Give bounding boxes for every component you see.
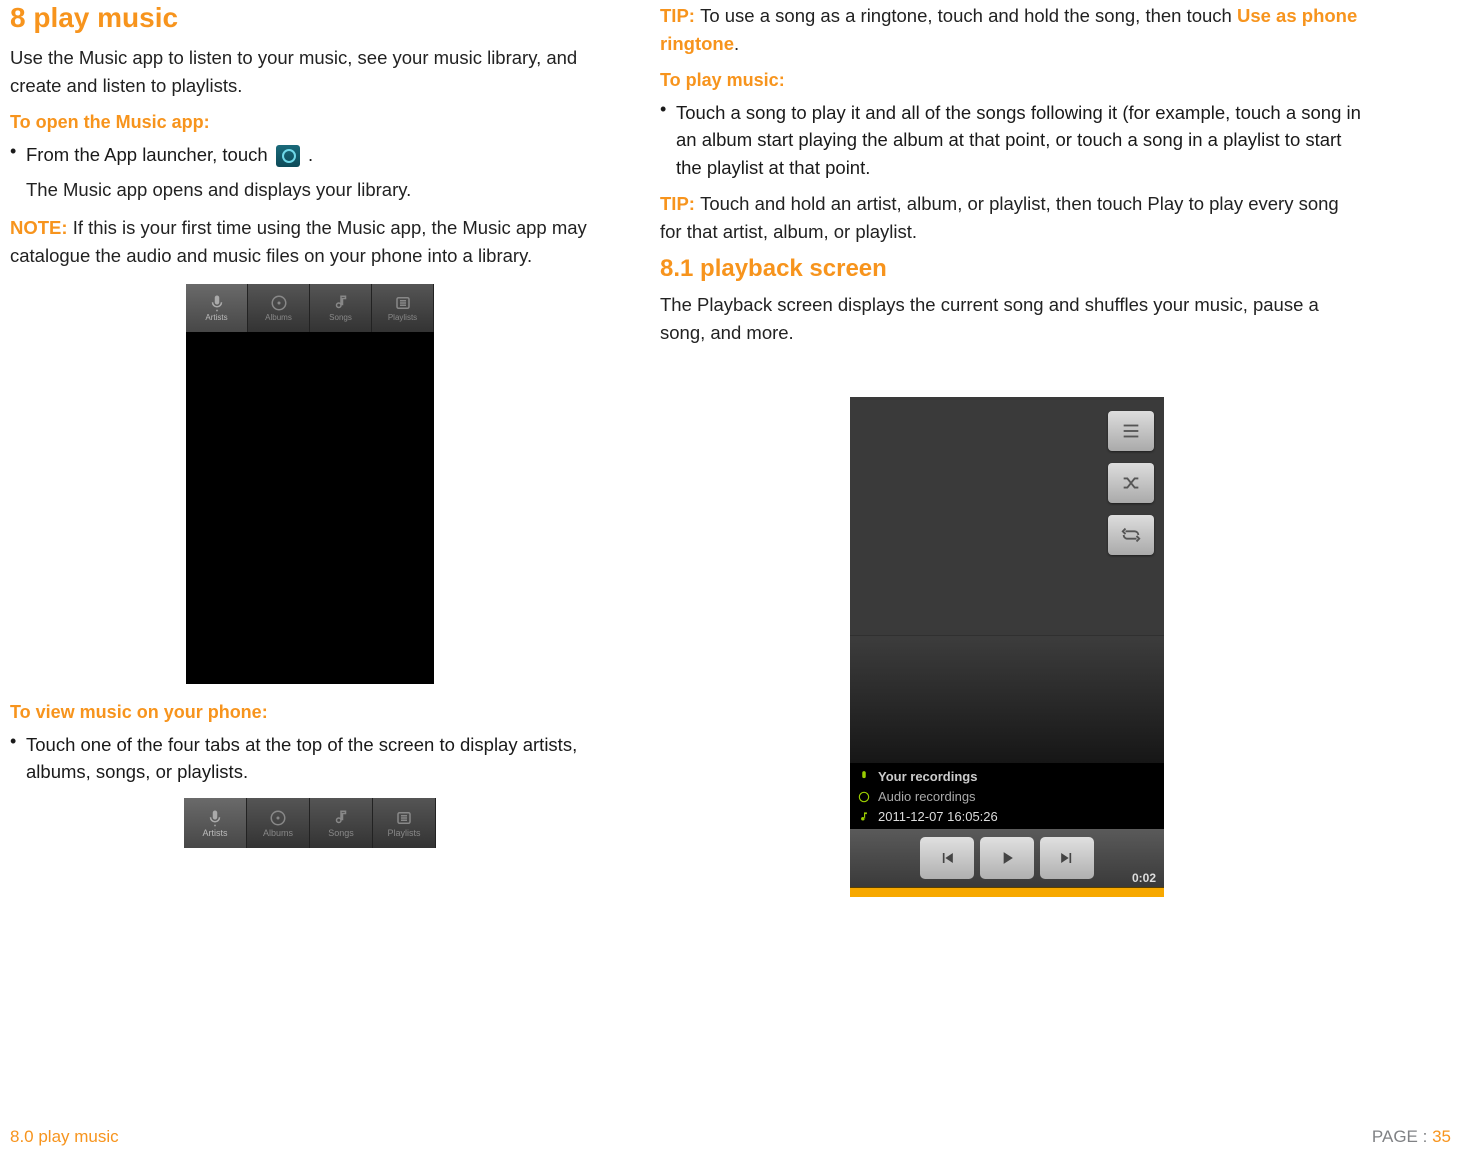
tab-label: Songs	[328, 828, 354, 838]
intro-text: Use the Music app to listen to your musi…	[10, 44, 610, 100]
tip1-post: .	[734, 33, 739, 54]
disc-icon	[269, 809, 287, 827]
tab-label: Albums	[263, 828, 293, 838]
track-text: 2011-12-07 16:05:26	[878, 809, 998, 824]
mic-icon	[206, 809, 224, 827]
list-icon	[394, 294, 412, 312]
tab-albums: Albums	[247, 798, 310, 848]
music-app-icon	[276, 145, 300, 167]
repeat-button	[1108, 515, 1154, 555]
playback-screen-screenshot: Your recordings Audio recordings 2011-12…	[850, 397, 1164, 897]
bullet-post: .	[303, 144, 313, 165]
tab-label: Playlists	[387, 828, 420, 838]
subsection-heading: 8.1 playback screen	[660, 255, 1365, 283]
album-row: Audio recordings	[856, 787, 1158, 807]
subheading-view-music: To view music on your phone:	[10, 702, 610, 723]
bullet-dot: •	[10, 141, 26, 169]
section-heading: 8 play music	[10, 2, 610, 34]
tip2-paragraph: TIP: Touch and hold an artist, album, or…	[660, 190, 1365, 246]
disc-icon	[856, 789, 872, 805]
tab-artists: Artists	[186, 284, 248, 332]
view-bullet-text: Touch one of the four tabs at the top of…	[26, 731, 610, 787]
timecode: 0:02	[1132, 871, 1156, 885]
tab-label: Playlists	[388, 313, 417, 322]
open-result-text: The Music app opens and displays your li…	[26, 176, 610, 204]
footer-section: 8.0 play music	[10, 1127, 119, 1147]
tab-label: Songs	[329, 313, 352, 322]
tab-label: Artists	[205, 313, 227, 322]
shuffle-button	[1108, 463, 1154, 503]
list-icon	[395, 809, 413, 827]
track-row: 2011-12-07 16:05:26	[856, 807, 1158, 827]
note-label: NOTE:	[10, 217, 73, 238]
tab-label: Albums	[265, 313, 292, 322]
tab-songs: Songs	[310, 798, 373, 848]
album-art-area	[850, 397, 1164, 763]
note-icon	[856, 809, 872, 825]
note-icon	[332, 809, 350, 827]
tip1-pre: To use a song as a ringtone, touch and h…	[700, 5, 1237, 26]
tab-songs: Songs	[310, 284, 372, 332]
note-text: If this is your first time using the Mus…	[10, 217, 587, 266]
note-paragraph: NOTE: If this is your first time using t…	[10, 214, 610, 270]
tab-playlists: Playlists	[372, 284, 434, 332]
tab-albums: Albums	[248, 284, 310, 332]
album-text: Audio recordings	[878, 789, 976, 804]
tip2-text: Touch and hold an artist, album, or play…	[660, 193, 1339, 242]
page-number: 35	[1432, 1127, 1451, 1146]
page-label: PAGE :	[1372, 1127, 1432, 1146]
open-bullet-text: From the App launcher, touch .	[26, 141, 610, 169]
mic-icon	[208, 294, 226, 312]
progress-bar	[850, 887, 1164, 897]
tip1-paragraph: TIP: To use a song as a ringtone, touch …	[660, 2, 1365, 58]
artist-text: Your recordings	[878, 769, 977, 784]
mic-icon	[856, 769, 872, 785]
prev-button	[920, 837, 974, 879]
tabs-strip-screenshot: Artists Albums Songs Playlists	[184, 798, 436, 848]
subheading-open-app: To open the Music app:	[10, 112, 610, 133]
tab-artists: Artists	[184, 798, 247, 848]
tip-label: TIP:	[660, 193, 700, 214]
bullet-pre: From the App launcher, touch	[26, 144, 273, 165]
music-library-screenshot: Artists Albums Songs Playlists	[186, 284, 434, 684]
tab-label: Artists	[202, 828, 227, 838]
next-button	[1040, 837, 1094, 879]
footer-page: PAGE : 35	[1372, 1127, 1451, 1147]
bullet-dot: •	[660, 99, 676, 182]
tip-label: TIP:	[660, 5, 700, 26]
artist-row: Your recordings	[856, 767, 1158, 787]
subsection-desc: The Playback screen displays the current…	[660, 291, 1365, 347]
play-bullet-text: Touch a song to play it and all of the s…	[676, 99, 1365, 182]
play-button	[980, 837, 1034, 879]
bullet-dot: •	[10, 731, 26, 787]
queue-button	[1108, 411, 1154, 451]
subheading-play-music: To play music:	[660, 70, 1365, 91]
note-icon	[332, 294, 350, 312]
tab-playlists: Playlists	[373, 798, 436, 848]
disc-icon	[270, 294, 288, 312]
